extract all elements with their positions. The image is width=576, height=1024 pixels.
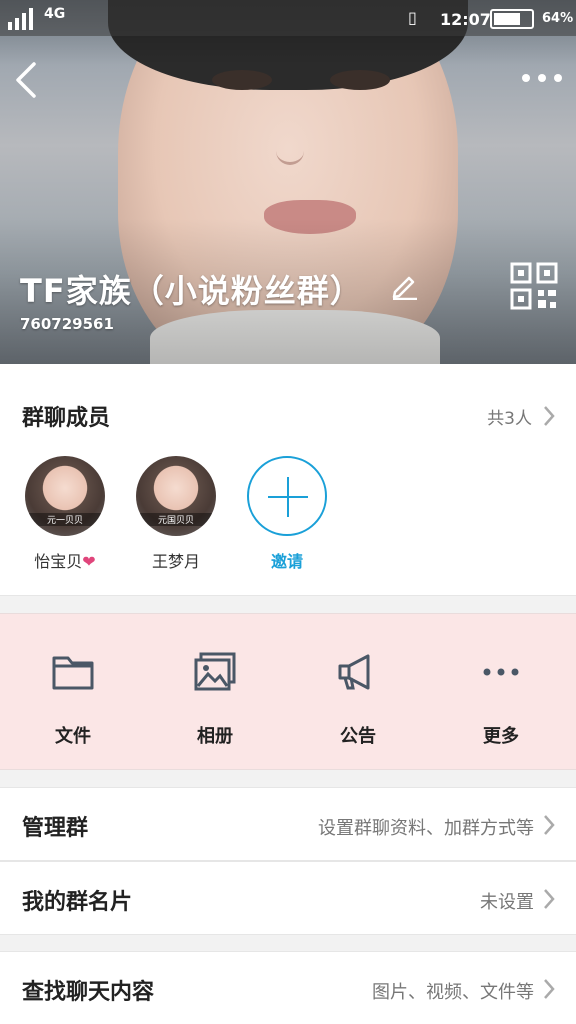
row-value: 设置群聊资料、加群方式等 <box>318 818 534 839</box>
chevron-right-icon <box>544 889 555 909</box>
member-item[interactable]: 元国贝贝 王梦月 <box>131 456 221 572</box>
action-label: 更多 <box>483 726 519 747</box>
action-announcement[interactable]: 公告 <box>308 652 408 748</box>
invite-label: 邀请 <box>270 552 303 571</box>
chevron-right-icon <box>544 815 555 835</box>
clock: 12:07 <box>440 10 491 29</box>
row-value: 图片、视频、文件等 <box>372 982 534 1003</box>
row-search-chat[interactable]: 查找聊天内容 图片、视频、文件等 <box>0 951 576 1024</box>
member-avatar: 元一贝贝 <box>25 456 105 536</box>
action-album[interactable]: 相册 <box>165 652 265 748</box>
member-name-text: 怡宝贝 <box>34 552 83 571</box>
row-value: 未设置 <box>480 892 534 913</box>
album-icon <box>194 652 236 691</box>
vibrate-icon: ▯ <box>408 8 417 27</box>
avatar-caption: 元一贝贝 <box>25 513 105 526</box>
quick-actions: 文件 相册 公告 更多 <box>0 613 576 770</box>
chevron-right-icon <box>544 979 555 999</box>
chevron-right-icon <box>544 406 555 426</box>
group-id: 760729561 <box>20 315 114 333</box>
avatar-caption: 元国贝贝 <box>136 513 216 526</box>
battery-icon <box>490 9 534 29</box>
group-name: TF家族（小说粉丝群） <box>20 272 363 310</box>
row-title: 我的群名片 <box>22 890 133 915</box>
member-name: 怡宝贝❤ <box>20 548 110 572</box>
row-group-card[interactable]: 我的群名片 未设置 <box>0 861 576 935</box>
action-label: 相册 <box>197 726 233 747</box>
back-icon[interactable] <box>12 60 40 100</box>
more-icon[interactable] <box>520 66 564 90</box>
member-item[interactable]: 元一贝贝 怡宝贝❤ <box>20 456 110 572</box>
row-title: 查找聊天内容 <box>22 980 155 1005</box>
folder-icon <box>52 656 94 690</box>
battery-percent: 64% <box>542 11 574 26</box>
status-bar: 4G ▯ 12:07 64% <box>0 0 576 36</box>
member-avatar: 元国贝贝 <box>136 456 216 536</box>
group-header: 4G ▯ 12:07 64% TF家族（小说粉丝群） 760729561 <box>0 0 576 364</box>
signal-icon <box>8 8 33 30</box>
edit-icon[interactable] <box>390 270 420 300</box>
members-count[interactable]: 共3人 <box>487 404 532 429</box>
action-label: 文件 <box>55 726 91 747</box>
heart-icon: ❤ <box>82 552 96 571</box>
plus-icon[interactable] <box>247 456 327 536</box>
action-files[interactable]: 文件 <box>23 652 123 748</box>
member-name: 王梦月 <box>151 552 200 571</box>
action-more[interactable]: 更多 <box>451 652 551 748</box>
more-dots-icon <box>483 668 519 676</box>
row-title: 管理群 <box>22 816 89 841</box>
announcement-icon <box>338 654 370 690</box>
members-section: 群聊成员 共3人 元一贝贝 怡宝贝❤ 元国贝贝 王梦月 邀请 <box>0 364 576 596</box>
row-manage-group[interactable]: 管理群 设置群聊资料、加群方式等 <box>0 787 576 861</box>
members-title: 群聊成员 <box>22 406 111 431</box>
invite-button[interactable]: 邀请 <box>242 456 332 572</box>
action-label: 公告 <box>340 726 376 747</box>
network-type: 4G <box>44 6 66 22</box>
qr-code-icon[interactable] <box>510 262 558 310</box>
